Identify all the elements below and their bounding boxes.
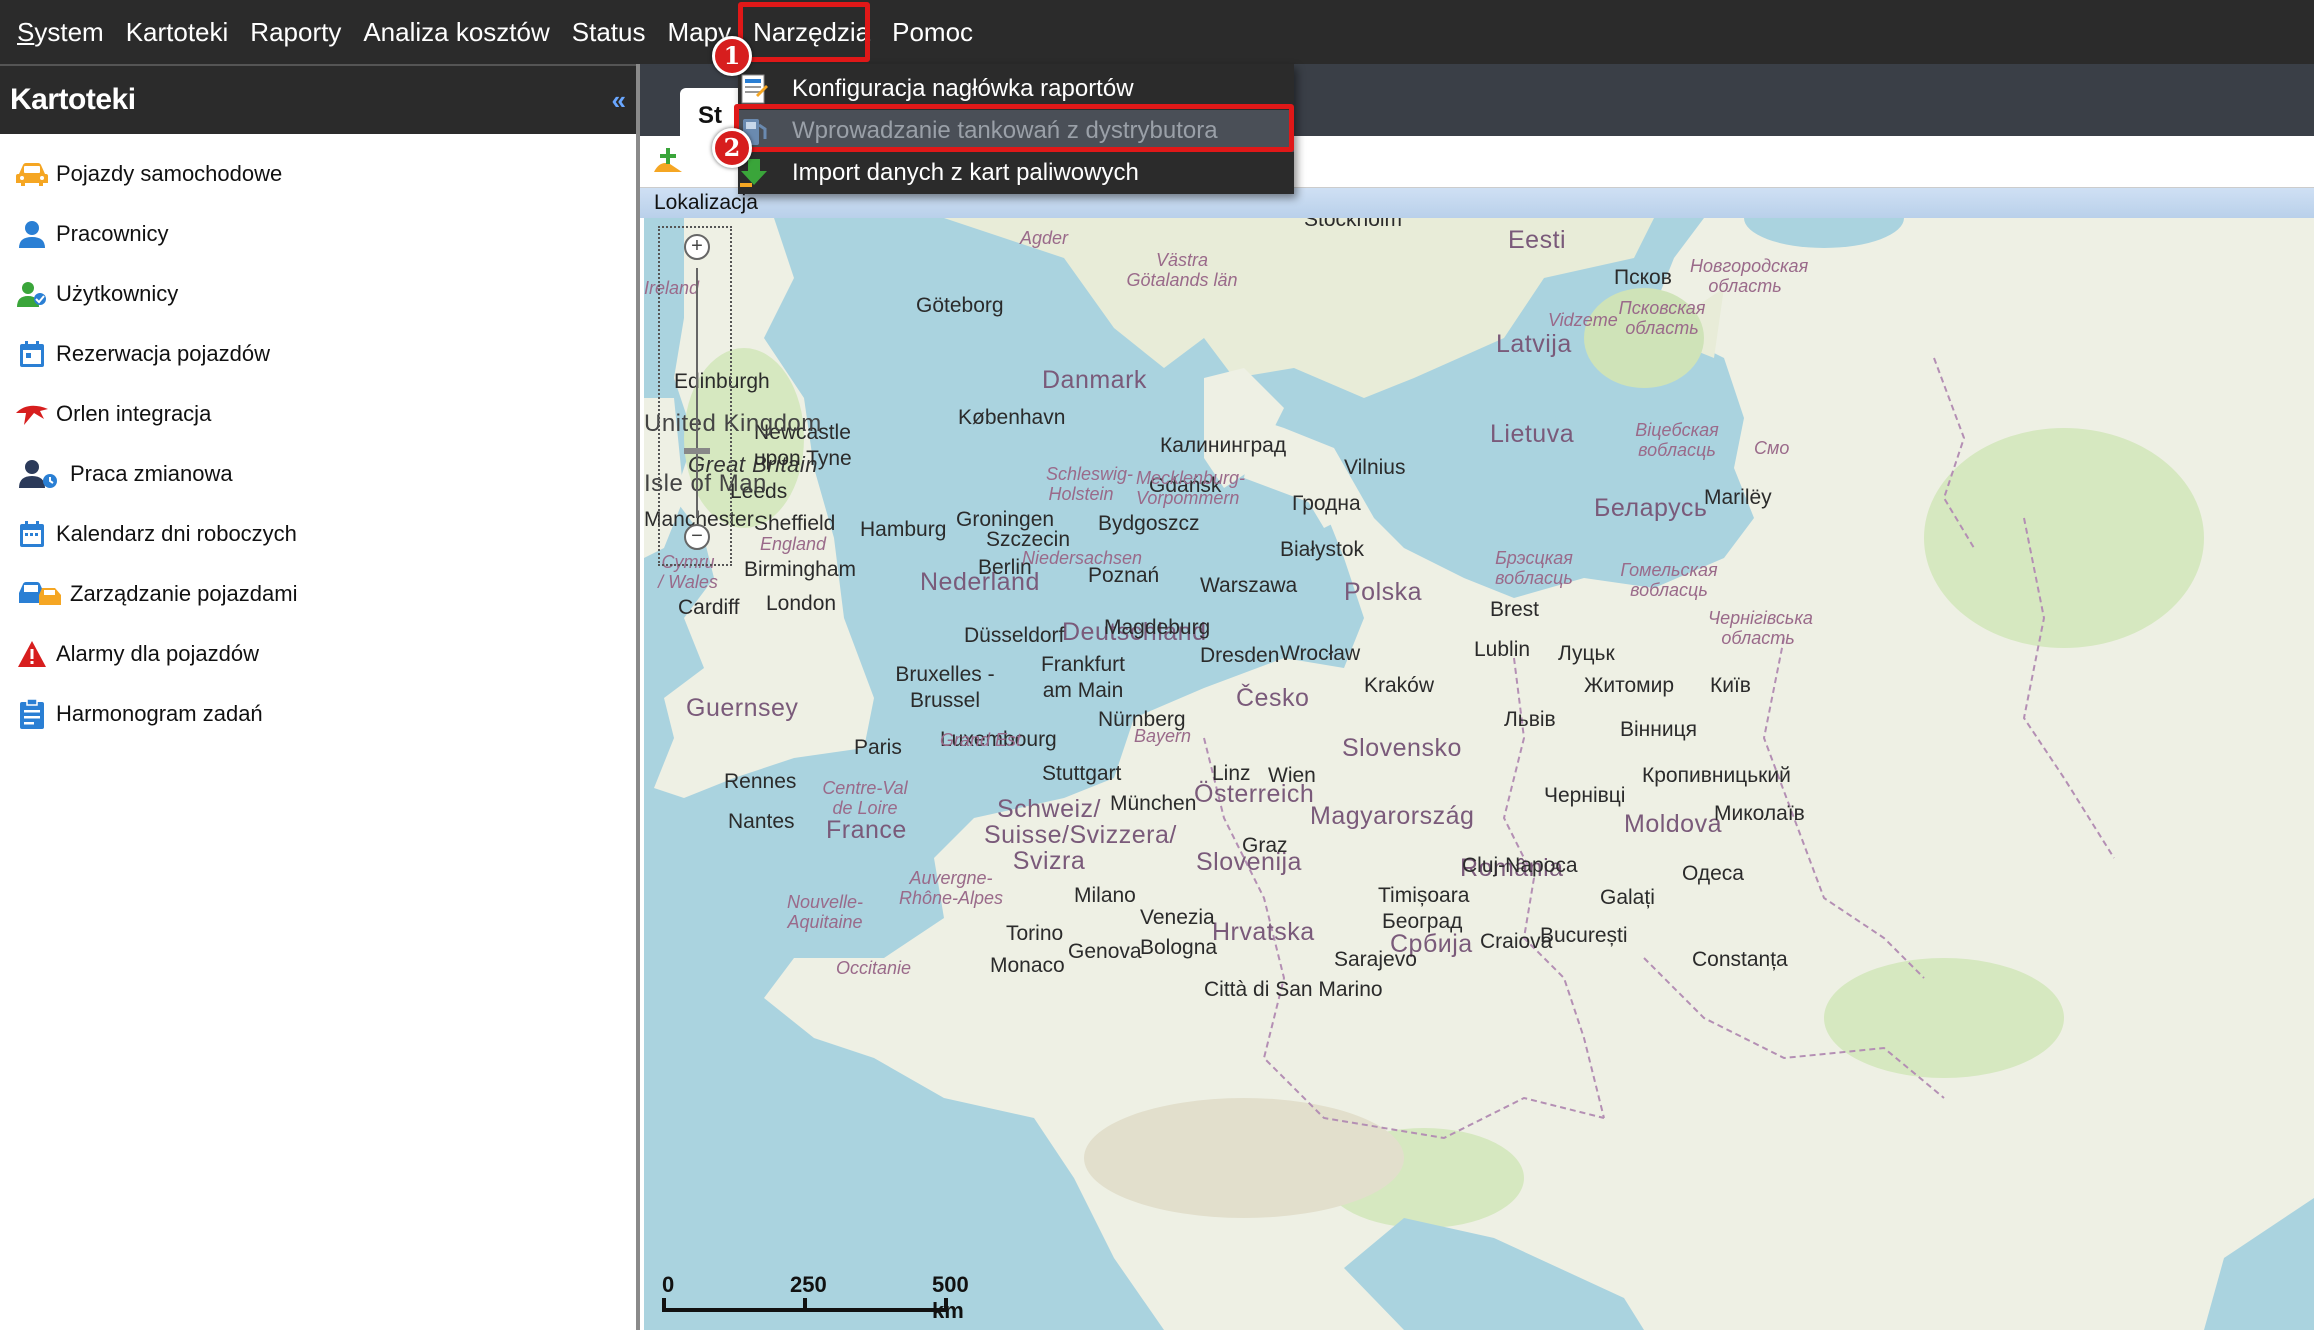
menu-item-konfiguracja-naglowka[interactable]: Konfiguracja nagłówka raportów: [738, 68, 1294, 110]
nav-item-orlen[interactable]: Orlen integracja: [0, 384, 636, 444]
map-label-country: Polska: [1344, 578, 1423, 606]
map-label-country: Hrvatska: [1212, 918, 1315, 946]
step-badge-2: 2: [712, 128, 752, 168]
calendar-check-icon: [14, 336, 50, 372]
car-icon: [14, 156, 50, 192]
menu-item-import-kart-paliwowych[interactable]: Import danych z kart paliwowych: [738, 152, 1294, 194]
add-location-icon[interactable]: [650, 144, 686, 180]
map-label-country: Latvija: [1496, 330, 1572, 358]
menu-item-label: Konfiguracja nagłówka raportów: [792, 75, 1134, 102]
map-label-country: Eesti: [1508, 226, 1567, 254]
kartoteki-panel: Kartoteki « Pojazdy samochodowe Pracowni…: [0, 64, 640, 1330]
nav-item-pojazdy[interactable]: Pojazdy samochodowe: [0, 144, 636, 204]
zoom-out-button[interactable]: −: [684, 524, 710, 550]
fleet-icon: [16, 576, 64, 612]
menu-analiza-kosztow[interactable]: Analiza kosztów: [352, 0, 560, 64]
map-zoom-control: + −: [658, 226, 732, 566]
zoom-track[interactable]: [696, 268, 698, 518]
nav-item-pracownicy[interactable]: Pracownicy: [0, 204, 636, 264]
menu-item-label: Wprowadzanie tankowań z dystrybutora: [792, 117, 1218, 144]
map-label-country: Moldova: [1624, 810, 1722, 838]
nav-item-label: Rezerwacja pojazdów: [56, 341, 270, 366]
map-label-country: Magyarország: [1310, 802, 1475, 830]
nav-item-label: Praca zmianowa: [70, 461, 233, 486]
narzedzia-dropdown: Konfiguracja nagłówka raportów Wprowadza…: [738, 64, 1294, 194]
map-label-country: Schweiz/ Suisse/Svizzera/ Svizra: [984, 795, 1177, 875]
nav-item-kalendarz[interactable]: Kalendarz dni roboczych: [0, 504, 636, 564]
scale-tick: [803, 1298, 807, 1312]
step-badge-1: 1: [712, 36, 752, 76]
map-label-country: Lietuva: [1490, 420, 1575, 448]
menu-item-label: Import danych z kart paliwowych: [792, 159, 1139, 186]
scale-label: 500 km: [932, 1272, 969, 1323]
menu-status[interactable]: Status: [561, 0, 657, 64]
menu-pomoc[interactable]: Pomoc: [881, 0, 984, 64]
map-label-country: France: [826, 816, 907, 844]
menu-narzedzia[interactable]: Narzędzia: [742, 0, 881, 64]
menu-kartoteki[interactable]: Kartoteki: [115, 0, 240, 64]
nav-item-label: Pojazdy samochodowe: [56, 161, 283, 186]
map-label-country: Nederland: [920, 568, 1040, 596]
alarm-triangle-icon: [14, 636, 50, 672]
map-canvas: [644, 218, 2314, 1330]
map-scale-bar: 0 250 500 km: [662, 1272, 969, 1323]
menu-system[interactable]: System: [6, 0, 115, 64]
zoom-slider-handle[interactable]: [684, 448, 710, 454]
nav-item-zarzadzanie[interactable]: Zarządzanie pojazdami: [0, 564, 636, 624]
person-icon: [14, 216, 50, 252]
scale-label: 0: [662, 1272, 675, 1297]
map-label-country: Беларусь: [1594, 494, 1708, 522]
menu-raporty[interactable]: Raporty: [239, 0, 352, 64]
nav-item-label: Pracownicy: [56, 221, 169, 246]
panel-title: Kartoteki: [10, 83, 136, 116]
orlen-eagle-icon: [14, 396, 50, 432]
clipboard-icon: [14, 696, 50, 732]
scale-label: 250: [790, 1272, 827, 1297]
nav-item-label: Kalendarz dni roboczych: [56, 521, 297, 546]
users-icon: [14, 276, 50, 312]
map-label-country: România: [1460, 854, 1564, 882]
map-label-country: Guernsey: [686, 694, 799, 722]
menu-bar: System Kartoteki Raporty Analiza kosztów…: [0, 0, 2314, 64]
nav-item-label: Alarmy dla pojazdów: [56, 641, 259, 666]
nav-item-label: Zarządzanie pojazdami: [70, 581, 298, 606]
map-label-country: Србија: [1390, 930, 1473, 958]
collapse-panel-icon[interactable]: «: [612, 85, 626, 116]
app-window: System Kartoteki Raporty Analiza kosztów…: [0, 0, 2314, 1330]
map-label-country: Österreich: [1194, 780, 1315, 808]
map-label-country: Danmark: [1042, 366, 1147, 394]
map-label-country: Slovensko: [1342, 734, 1462, 762]
map-view[interactable]: Danmark Eesti Latvija Lietuva Беларусь P…: [644, 218, 2314, 1330]
nav-item-label: Użytkownicy: [56, 281, 179, 306]
nav-item-rezerwacja[interactable]: Rezerwacja pojazdów: [0, 324, 636, 384]
zoom-in-button[interactable]: +: [684, 234, 710, 260]
scale-tick: [662, 1298, 666, 1312]
nav-item-praca-zmianowa[interactable]: Praca zmianowa: [0, 444, 636, 504]
report-header-icon: [738, 73, 770, 105]
main-area: St Lokalizacja Danmark Eesti Latvija Lie…: [640, 64, 2314, 1330]
map-label-country: Deutschland: [1062, 618, 1207, 646]
map-label-country: Česko: [1236, 684, 1310, 712]
nav-item-uzytkownicy[interactable]: Użytkownicy: [0, 264, 636, 324]
nav-item-harmonogram[interactable]: Harmonogram zadań: [0, 684, 636, 744]
scale-tick: [944, 1298, 948, 1312]
nav-list: Pojazdy samochodowe Pracownicy Użytkowni…: [0, 134, 636, 744]
menu-item-wprowadzanie-tankowan[interactable]: Wprowadzanie tankowań z dystrybutora: [738, 110, 1294, 152]
shift-person-icon: [16, 456, 64, 492]
nav-item-label: Orlen integracja: [56, 401, 212, 426]
nav-item-alarmy[interactable]: Alarmy dla pojazdów: [0, 624, 636, 684]
calendar-icon: [14, 516, 50, 552]
nav-item-label: Harmonogram zadań: [56, 701, 263, 726]
map-label-country: Slovenija: [1196, 848, 1302, 876]
panel-header: Kartoteki «: [0, 64, 636, 134]
